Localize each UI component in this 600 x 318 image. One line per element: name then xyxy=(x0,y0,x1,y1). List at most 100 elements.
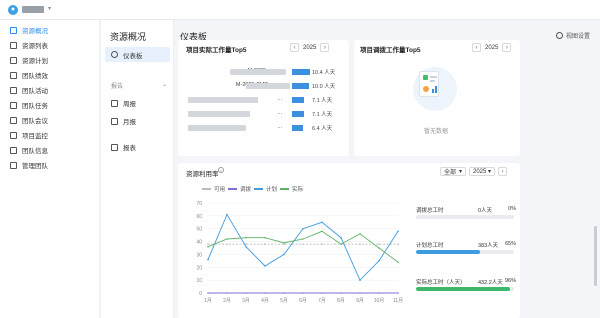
year-select[interactable]: 2025 ▾ xyxy=(469,167,495,176)
data-point xyxy=(283,253,285,256)
data-point xyxy=(340,236,342,239)
subnav-item-dashboard[interactable]: 仪表板 xyxy=(105,47,170,62)
data-point xyxy=(397,261,399,263)
sidebar-item[interactable]: 管理团队 xyxy=(0,159,100,171)
redacted-text xyxy=(188,111,250,117)
sidebar-item[interactable]: 团队绩效 xyxy=(0,69,100,81)
data-point xyxy=(302,238,304,240)
data-point xyxy=(378,247,380,249)
chevron-down-icon[interactable]: ▾ xyxy=(48,5,51,12)
next-year-button[interactable]: › xyxy=(498,167,507,176)
next-year-button[interactable]: › xyxy=(320,43,330,52)
sidebar: 资源概况资源列表资源计划团队绩效团队活动团队任务团队会议项目监控团队信息管理团队 xyxy=(0,20,100,318)
sidebar-item-label: 团队任务 xyxy=(22,103,48,110)
top5-row[interactable]: ... 7.1 人天 xyxy=(178,110,348,118)
settings-icon xyxy=(556,32,563,39)
chevron-down-icon: ⌄ xyxy=(161,82,167,88)
legend-item[interactable]: 可用 xyxy=(202,185,225,193)
sidebar-item[interactable]: 资源列表 xyxy=(0,39,100,51)
data-point xyxy=(340,243,342,245)
weekly-report-icon xyxy=(111,99,118,107)
subnav-item-weekly[interactable]: 周报 xyxy=(111,98,136,108)
year-value[interactable]: 2025 xyxy=(303,45,316,51)
data-point xyxy=(378,260,380,262)
project-label-suffix: ... xyxy=(277,110,282,116)
data-point xyxy=(302,227,304,230)
next-year-button[interactable]: › xyxy=(502,43,512,52)
sidebar-item[interactable]: 项目监控 xyxy=(0,129,100,141)
prev-year-button[interactable]: ‹ xyxy=(290,43,299,52)
sidebar-item[interactable]: 团队任务 xyxy=(0,99,100,111)
sidebar-item[interactable]: 团队会议 xyxy=(0,114,100,126)
sidebar-item[interactable]: 资源计划 xyxy=(0,54,100,66)
info-icon[interactable]: i xyxy=(218,167,224,173)
data-point xyxy=(207,245,209,248)
data-point xyxy=(378,292,380,294)
legend-item[interactable]: 调拨 xyxy=(228,185,251,193)
data-point xyxy=(264,236,266,239)
y-tick-label: 40 xyxy=(196,240,202,246)
workload-value: 10.0 人天 xyxy=(312,84,336,90)
workload-bar[interactable] xyxy=(292,83,310,89)
info-icon xyxy=(10,146,17,154)
y-tick-label: 60 xyxy=(196,214,202,220)
data-point xyxy=(245,243,247,245)
top5-row[interactable]: M-2025-TMP10.0 人天 xyxy=(178,82,348,90)
data-point xyxy=(226,243,228,245)
stat-name: 实际总工时（人天） xyxy=(416,280,466,286)
data-point xyxy=(397,243,399,245)
data-point xyxy=(226,238,228,240)
data-point xyxy=(359,292,361,294)
data-point xyxy=(264,243,266,245)
prev-year-button[interactable]: ‹ xyxy=(472,43,481,52)
top5-row[interactable]: ... 6.4 人天 xyxy=(178,124,348,132)
data-point xyxy=(302,292,304,294)
sidebar-item[interactable]: 团队活动 xyxy=(0,84,100,96)
year-value: 2025 xyxy=(473,168,487,175)
subnav-item-reports[interactable]: 报表 xyxy=(111,142,136,152)
stat-percent: 96% xyxy=(504,278,516,284)
stat-progress-track xyxy=(416,215,514,219)
sidebar-item[interactable]: 团队信息 xyxy=(0,144,100,156)
data-point xyxy=(321,230,323,233)
data-point xyxy=(245,292,247,294)
redacted-text xyxy=(230,69,286,75)
view-settings-button[interactable]: 视图设置 xyxy=(556,31,590,40)
stat-value: 0人天 xyxy=(478,208,493,214)
stat-name: 调拨总工时 xyxy=(416,208,444,214)
data-point xyxy=(264,292,266,294)
legend-item[interactable]: 计划 xyxy=(254,185,277,193)
monitor-icon xyxy=(10,131,17,139)
x-tick-label: 2月 xyxy=(223,298,231,304)
legend-label: 实际 xyxy=(292,187,304,193)
top5-row[interactable]: M-2025-10.4 人天 xyxy=(178,68,348,76)
top5-row[interactable]: ... 7.1 人天 xyxy=(178,96,348,104)
performance-icon xyxy=(10,71,17,79)
year-value[interactable]: 2025 xyxy=(485,45,498,51)
subnav-group-reports[interactable]: 报告 ⌄ xyxy=(111,81,167,90)
stat-value: 432.2人天 xyxy=(478,280,503,286)
x-tick-label: 3月 xyxy=(242,298,250,304)
scrollbar[interactable] xyxy=(594,226,597,286)
data-point xyxy=(321,221,323,224)
scope-select[interactable]: 全部 ▾ xyxy=(440,167,466,176)
y-tick-label: 10 xyxy=(196,278,202,284)
data-point xyxy=(226,213,228,216)
task-icon xyxy=(10,101,17,109)
series-line-2 xyxy=(207,213,399,281)
workload-bar[interactable] xyxy=(292,111,305,117)
workload-bar[interactable] xyxy=(292,69,310,75)
subnav-item-label: 周报 xyxy=(123,101,136,108)
empty-document-icon xyxy=(419,71,439,97)
sidebar-item-label: 团队信息 xyxy=(22,148,48,155)
subnav-item-monthly[interactable]: 月报 xyxy=(111,116,136,126)
workload-bar[interactable] xyxy=(292,125,304,131)
user-icon[interactable]: ● xyxy=(8,5,18,15)
subnav-title: 资源概况 xyxy=(110,32,147,42)
series-line-3 xyxy=(207,230,399,263)
report-icon xyxy=(111,143,118,151)
username-redacted[interactable] xyxy=(22,6,44,13)
legend-item[interactable]: 实际 xyxy=(280,185,303,193)
sidebar-item[interactable]: 资源概况 xyxy=(0,24,100,36)
workload-bar[interactable] xyxy=(292,97,305,103)
